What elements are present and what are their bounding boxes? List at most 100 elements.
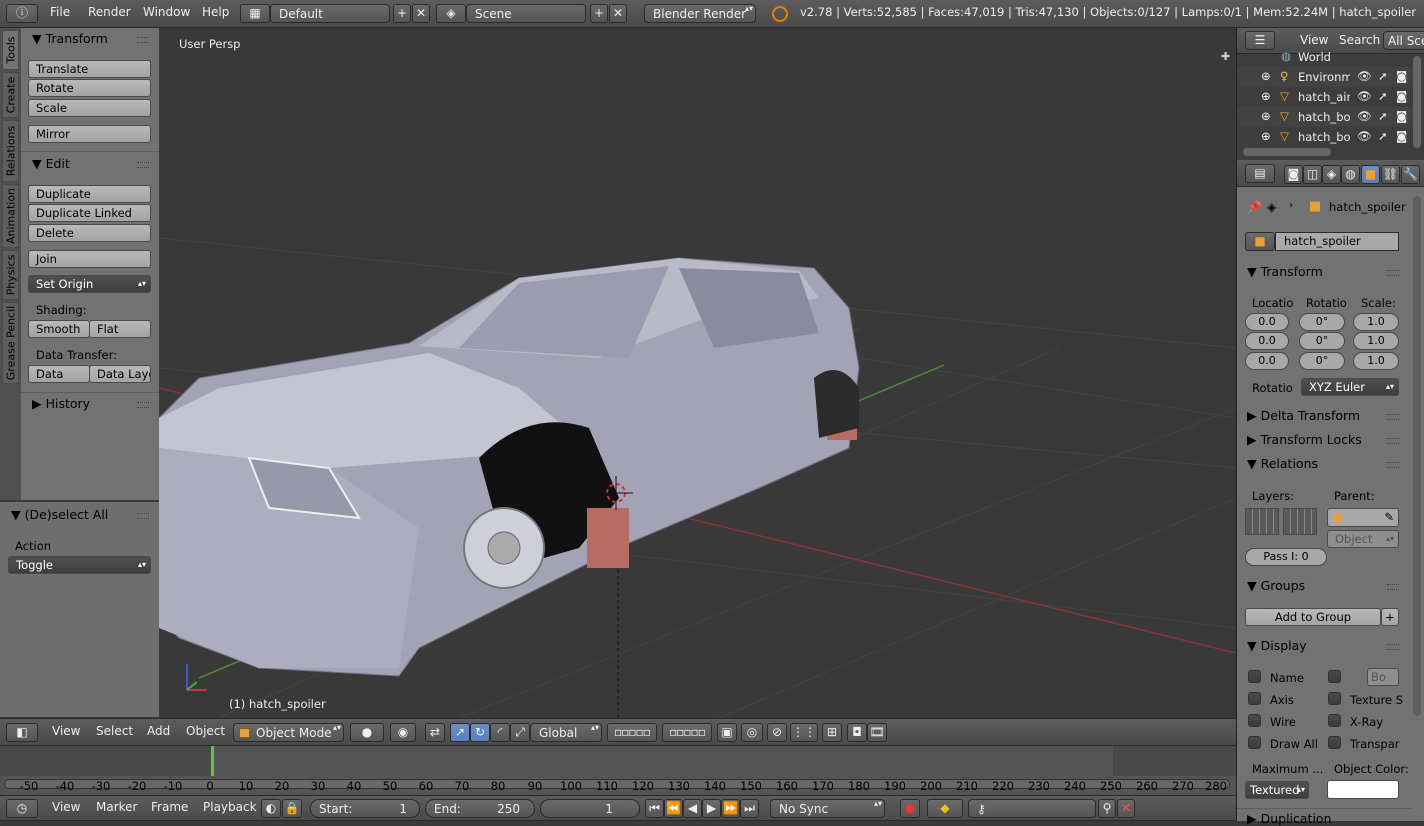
outliner-vscroll[interactable] (1413, 56, 1421, 148)
scale-manipulator-icon[interactable]: ⤢ (510, 723, 530, 742)
remove-scene-icon[interactable]: ✕ (609, 4, 627, 23)
expand-icon[interactable]: ⊕ (1261, 109, 1271, 123)
mirror-button[interactable]: Mirror (28, 125, 151, 143)
snap-element-icon[interactable]: ⋮⋮ (790, 723, 818, 742)
rotate-button[interactable]: Rotate (28, 79, 151, 97)
preview-range-icon[interactable]: ◐ (261, 799, 281, 818)
name-checkbox[interactable] (1248, 670, 1261, 683)
object-color-swatch[interactable] (1327, 780, 1399, 799)
duplicate-linked-button[interactable]: Duplicate Linked (28, 204, 151, 222)
maximum-draw-type-dropdown[interactable]: Textured ▴▾ (1245, 781, 1309, 799)
axis-checkbox[interactable] (1248, 692, 1261, 705)
translate-button[interactable]: Translate (28, 60, 151, 78)
relations-header[interactable]: ▼ Relations (1247, 456, 1318, 471)
data-transfer-button[interactable]: Data (28, 365, 90, 383)
timeline-menu-view[interactable]: View (44, 798, 88, 816)
opengl-render-icon[interactable]: ◘ (847, 723, 867, 742)
outliner-menu-view[interactable]: View (1292, 31, 1336, 49)
3d-viewport[interactable]: User Persp (1) hatch_spoiler ✚ (159, 28, 1236, 718)
selectable-cursor-icon[interactable]: ➚ (1378, 89, 1388, 103)
expand-icon[interactable]: ⊕ (1261, 69, 1271, 83)
pass-index-field[interactable]: Pass I: 0 (1245, 548, 1327, 566)
outliner-item-mesh[interactable]: ⊕ ▽ hatch_airt 👁 ➚ ◙ (1237, 87, 1413, 107)
flat-button[interactable]: Flat (89, 320, 151, 338)
groups-header[interactable]: ▼ Groups (1247, 578, 1305, 593)
sync-mode-selector[interactable]: No Sync (770, 799, 885, 818)
menu-help[interactable]: Help (194, 3, 237, 21)
render-camera-icon[interactable]: ◙ (1396, 109, 1407, 123)
viewport-menu-object[interactable]: Object (178, 722, 233, 740)
outliner-item-environment[interactable]: ⊕ ♀ Environme 👁 ➚ ◙ (1237, 67, 1413, 87)
world-tab-icon[interactable]: ◍ (1341, 165, 1360, 184)
layers-grid-left[interactable] (1245, 508, 1279, 535)
modifiers-tab-icon[interactable]: 🔧 (1401, 165, 1420, 184)
parent-field[interactable]: ■ ✎ (1327, 508, 1399, 527)
display-header[interactable]: ▼ Display (1247, 638, 1307, 653)
layers-grid-right[interactable] (1283, 508, 1317, 535)
tab-physics[interactable]: Physics (2, 250, 19, 300)
render-engine-selector[interactable]: Blender Render (644, 4, 756, 23)
visibility-eye-icon[interactable]: 👁 (1357, 109, 1372, 123)
transform-header[interactable]: ▼ Transform (1247, 264, 1323, 279)
outliner-item-mesh[interactable]: ⊕ ▽ hatch_boc 👁 ➚ ◙ (1237, 127, 1413, 147)
layout-grid-icon[interactable]: ▦ (240, 4, 270, 23)
keying-set-icon[interactable]: ◆ (927, 799, 963, 818)
rotate-manipulator-icon[interactable]: ↻ (470, 723, 490, 742)
record-icon[interactable]: ● (900, 799, 920, 818)
current-frame-line[interactable] (211, 746, 214, 776)
transparency-checkbox[interactable] (1328, 736, 1341, 749)
render-camera-icon[interactable]: ◙ (1396, 69, 1407, 83)
smooth-button[interactable]: Smooth (28, 320, 90, 338)
outliner-hscroll[interactable] (1243, 148, 1331, 156)
layout-selector[interactable]: Default (270, 4, 390, 23)
location-y[interactable]: 0.0 (1245, 332, 1289, 350)
viewport-menu-add[interactable]: Add (139, 722, 178, 740)
scale-x[interactable]: 1.0 (1353, 313, 1399, 331)
outliner-item-mesh[interactable]: ⊕ ▽ hatch_boc 👁 ➚ ◙ (1237, 107, 1413, 127)
duplication-header[interactable]: ▶ Duplication (1247, 811, 1332, 826)
object-tab-icon[interactable]: ■ (1361, 165, 1380, 184)
tab-animation[interactable]: Animation (2, 184, 19, 248)
object-name-field[interactable]: hatch_spoiler (1275, 232, 1399, 251)
scene-selector[interactable]: Scene (466, 4, 586, 23)
scale-z[interactable]: 1.0 (1353, 352, 1399, 370)
join-button[interactable]: Join (28, 250, 151, 268)
history-panel-header[interactable]: ▶ History (32, 396, 90, 411)
active-keying-set-field[interactable]: ⚷ (968, 799, 1096, 818)
add-scene-icon[interactable]: + (590, 4, 608, 23)
viewport-shading-icon[interactable]: ● (350, 723, 384, 742)
menu-file[interactable]: File (42, 3, 78, 21)
jump-keyframe-forward-icon[interactable]: ⏩ (721, 799, 740, 818)
timeline-menu-marker[interactable]: Marker (88, 798, 145, 816)
lock-camera-icon[interactable]: ▣ (717, 723, 737, 742)
render-layers-tab-icon[interactable]: ◫ (1303, 165, 1322, 184)
jump-start-icon[interactable]: ⏮ (645, 799, 664, 818)
properties-scrollbar[interactable] (1413, 196, 1421, 716)
scene-icon[interactable]: ◈ (436, 4, 466, 23)
editor-type-timeline-button[interactable]: ◷ (6, 799, 38, 818)
outliner-item-world[interactable]: ◍ World (1237, 48, 1413, 66)
end-frame-field[interactable]: End: 250 (425, 799, 535, 818)
bounds-type-dropdown[interactable]: Bo (1367, 668, 1399, 686)
layers-grid-a[interactable]: ▫▫▫▫▫ (607, 723, 657, 742)
rotation-x[interactable]: 0° (1299, 313, 1345, 331)
visibility-eye-icon[interactable]: 👁 (1357, 89, 1372, 103)
expand-icon[interactable]: ⊕ (1261, 89, 1271, 103)
play-reverse-icon[interactable]: ◀ (683, 799, 702, 818)
tab-grease-pencil[interactable]: Grease Pencil (2, 302, 19, 384)
insert-keyframe-icon[interactable]: ⚲ (1098, 799, 1116, 818)
manipulator-toggle-icon[interactable]: ⇄ (425, 723, 445, 742)
start-frame-field[interactable]: Start: 1 (310, 799, 420, 818)
timeline-menu-playback[interactable]: Playback (195, 798, 265, 816)
transform-orientation-selector[interactable]: Global (530, 723, 602, 742)
delete-keyframe-icon[interactable]: ✕ (1117, 799, 1135, 818)
tab-relations[interactable]: Relations (2, 120, 19, 182)
wire-checkbox[interactable] (1248, 714, 1261, 727)
scene-tab-icon[interactable]: ◈ (1322, 165, 1341, 184)
jump-end-icon[interactable]: ⏭ (740, 799, 759, 818)
bounds-checkbox[interactable] (1328, 670, 1341, 683)
tab-create[interactable]: Create (2, 72, 19, 118)
set-origin-dropdown[interactable]: Set Origin ▴▾ (28, 275, 151, 293)
menu-render[interactable]: Render (80, 3, 139, 21)
location-z[interactable]: 0.0 (1245, 352, 1289, 370)
